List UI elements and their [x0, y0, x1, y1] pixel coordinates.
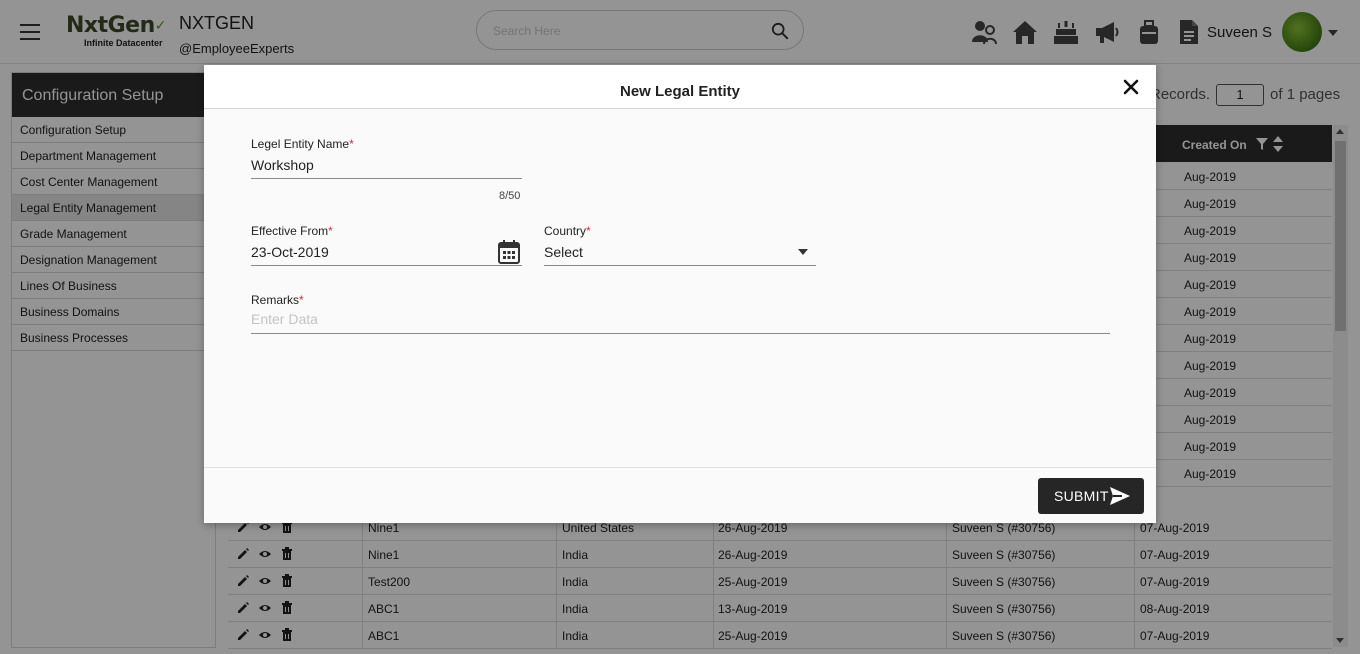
calendar-icon[interactable] [498, 240, 520, 264]
entity-name-label: Legel Entity Name* [251, 137, 354, 151]
required-marker: * [586, 224, 591, 238]
new-legal-entity-dialog: New Legal Entity Legel Entity Name* Work… [204, 65, 1156, 523]
remarks-label: Remarks* [251, 293, 304, 307]
chevron-down-icon[interactable] [798, 249, 808, 255]
effective-from-field[interactable]: 23-Oct-2019 [251, 244, 329, 260]
required-marker: * [299, 293, 304, 307]
required-marker: * [328, 224, 333, 238]
submit-label: SUBMIT [1054, 488, 1109, 504]
send-icon [1110, 487, 1130, 505]
dialog-title: New Legal Entity [619, 83, 741, 100]
entity-name-underline [251, 178, 522, 179]
dialog-header: New Legal Entity [204, 65, 1156, 109]
remarks-underline [251, 333, 1110, 334]
country-select[interactable]: Select [544, 244, 583, 260]
dialog-footer-divider [204, 467, 1156, 468]
country-label: Country* [544, 224, 591, 238]
close-icon[interactable] [1122, 78, 1140, 96]
char-counter: 8/50 [499, 190, 521, 202]
effective-from-label: Effective From* [251, 224, 333, 238]
effective-from-underline [251, 265, 522, 266]
entity-name-field[interactable]: Workshop [251, 157, 314, 173]
required-marker: * [349, 137, 354, 151]
submit-button[interactable]: SUBMIT [1038, 478, 1144, 514]
country-underline [544, 265, 816, 266]
remarks-input[interactable]: Enter Data [251, 311, 318, 327]
